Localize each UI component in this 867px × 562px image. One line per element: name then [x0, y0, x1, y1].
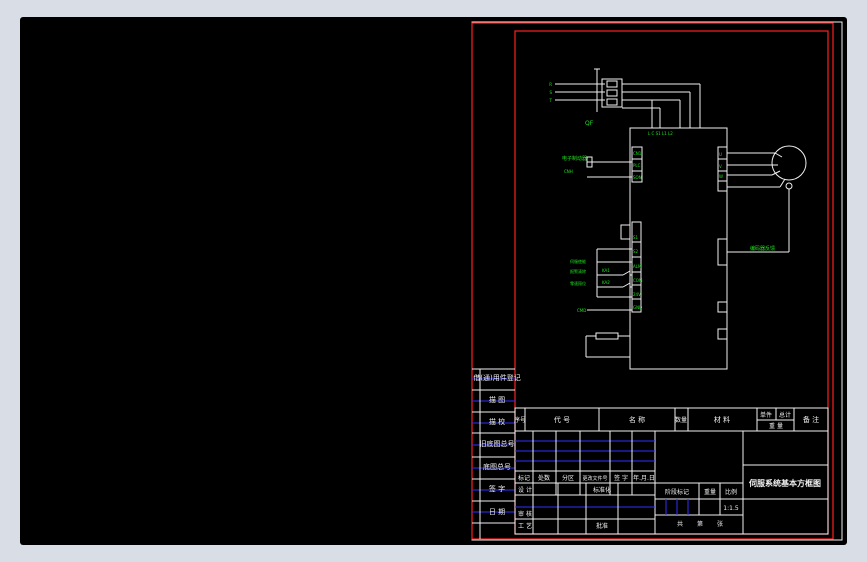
bom-header: 序号 代 号 名 称 数量 材 料 单件 总计 重 量 备 注 — [514, 407, 829, 432]
pin-lower-0: S1 — [633, 235, 639, 240]
left-panel: 借(通)用件登记 描 图 描 校 旧底图总号 底图总号 签 字 日 期 — [472, 368, 521, 539]
left-label-3: 旧底图总号 — [480, 439, 515, 448]
input-s: S — [549, 90, 552, 95]
left-label-5: 签 字 — [489, 484, 505, 493]
tb-standardize: 标准化 — [593, 486, 611, 494]
red-border-inner — [514, 30, 829, 535]
cmd-label: CMD — [577, 308, 586, 313]
relay-ka1: KA1 — [602, 268, 610, 273]
tb-sheets-total: 共 — [677, 520, 683, 528]
bom-total-weight: 总计 — [779, 411, 791, 419]
cad-viewport[interactable]: 借(通)用件登记 描 图 描 校 旧底图总号 底图总号 签 字 日 期 序号 代… — [20, 17, 847, 545]
input-r: R — [549, 82, 552, 87]
tb-mark: 标记 — [518, 474, 530, 482]
left-label-4: 底图总号 — [483, 462, 511, 471]
encoder-label: 编码器反馈 — [750, 245, 775, 252]
tb-weight: 重量 — [704, 488, 716, 496]
tb-sheet-unit: 张 — [717, 520, 723, 528]
brake-resistor — [595, 332, 619, 340]
pin-upper-1: PLC — [633, 163, 641, 168]
bom-name: 名 称 — [629, 415, 645, 424]
tb-scale: 比例 — [725, 488, 737, 496]
drawing-sheet: 借(通)用件登记 描 图 描 校 旧底图总号 底图总号 签 字 日 期 序号 代… — [471, 21, 843, 541]
left-label-2: 描 校 — [489, 417, 505, 426]
bom-seq: 序号 — [514, 416, 526, 424]
tb-stage-mark: 阶段标记 — [665, 488, 689, 496]
servo-drive — [629, 127, 728, 370]
left-label-1: 描 图 — [489, 395, 505, 404]
pin-upper-0: CN1 — [633, 151, 642, 156]
tb-sheet-no: 第 — [697, 520, 703, 528]
left-group-2: 零速箝位 — [570, 280, 586, 286]
top-terminals: L C S1 L1 L2 — [648, 131, 673, 136]
breaker-label: QF — [585, 120, 594, 127]
bom-material: 材 料 — [714, 415, 730, 424]
input-t: T — [549, 98, 553, 103]
pin-lower-3: COM — [633, 278, 643, 283]
tb-count: 处数 — [538, 474, 550, 482]
bom-weight: 重 量 — [769, 422, 783, 430]
servo-motor — [771, 145, 807, 181]
tb-change-doc: 更改文件号 — [582, 475, 607, 482]
servo-term-u: U — [719, 152, 722, 157]
tb-signature: 签 字 — [614, 474, 628, 482]
brake-sub: CNH — [564, 169, 573, 174]
tb-process: 工 艺 — [518, 522, 532, 530]
bom-remark: 备 注 — [803, 415, 819, 424]
drawing-title: 伺服系统基本方框图 — [748, 478, 821, 488]
pin-lower-4: 24V — [633, 292, 641, 297]
relay-ka2: KA2 — [602, 280, 610, 285]
left-label-6: 日 期 — [489, 508, 505, 516]
bom-code: 代 号 — [554, 415, 570, 424]
tb-scale-value: 1:1.5 — [723, 505, 739, 512]
tb-design: 设 计 — [518, 486, 532, 494]
bom-qty: 数量 — [675, 416, 687, 424]
breaker: QF — [585, 68, 623, 127]
brake-label: 电子制动器 — [562, 155, 587, 162]
left-label-0: 借(通)用件登记 — [473, 373, 520, 382]
pin-lower-1: S2 — [633, 249, 639, 254]
servo-term-v: V — [719, 164, 722, 169]
servo-term-w: W — [719, 174, 723, 179]
schematic: R S T QF L C S1 L1 L2 CN1 PLC SON 电子制动器 … — [549, 68, 807, 370]
pin-upper-2: SON — [633, 175, 642, 180]
bom-unit-weight: 单件 — [760, 411, 772, 419]
pin-lower-2: ALM — [633, 264, 642, 269]
tb-review: 审 核 — [518, 510, 532, 518]
tb-zone: 分区 — [562, 474, 574, 482]
tb-date: 年.月.日 — [633, 474, 655, 482]
tb-approve: 批准 — [596, 522, 608, 530]
left-group-1: 报警清除 — [570, 268, 586, 274]
title-block: 标记 处数 分区 更改文件号 签 字 年.月.日 设 计 标准化 审 核 工 艺… — [514, 430, 829, 535]
pin-lower-5: GND — [633, 305, 642, 310]
encoder — [785, 182, 793, 190]
left-group-0: 伺服使能 — [570, 258, 586, 264]
